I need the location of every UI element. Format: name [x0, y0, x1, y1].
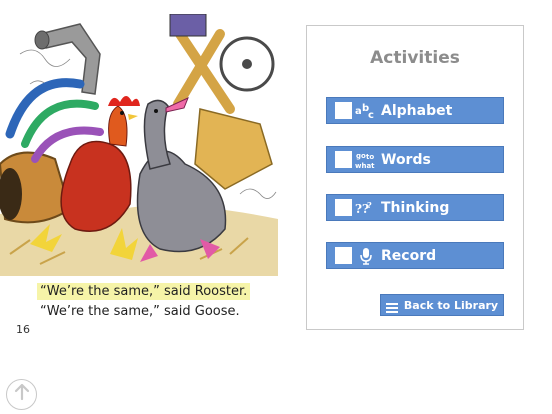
activity-label: Words: [381, 151, 431, 168]
activity-checkbox[interactable]: [335, 151, 352, 168]
story-line-highlighted: “We’re the same,” said Rooster.: [37, 282, 280, 302]
back-to-library-button[interactable]: Back to Library: [380, 294, 504, 316]
svg-text:?: ?: [367, 200, 372, 210]
activity-alphabet-button[interactable]: abc Alphabet: [326, 97, 504, 124]
question-marks-icon: ???: [355, 198, 377, 218]
svg-text:go: go: [356, 152, 366, 160]
svg-text:c: c: [368, 110, 374, 120]
activity-thinking-button[interactable]: ??? Thinking: [326, 194, 504, 221]
svg-text:a: a: [355, 106, 362, 117]
activity-checkbox[interactable]: [335, 199, 352, 216]
page-number: 16: [16, 323, 30, 336]
scroll-up-button[interactable]: [6, 379, 37, 410]
microphone-icon: [355, 246, 377, 266]
svg-text:what: what: [355, 162, 375, 170]
go-to-what-words-icon: go to what: [355, 150, 377, 170]
svg-text:to: to: [366, 153, 374, 161]
activity-label: Record: [381, 247, 437, 264]
activities-panel: Activities abc Alphabet go to what Words ?…: [306, 25, 524, 330]
menu-lines-icon: [385, 300, 398, 313]
activity-label: Thinking: [381, 199, 450, 216]
panel-title: Activities: [370, 48, 460, 68]
story-line: “We’re the same,” said Goose.: [40, 304, 240, 319]
story-text: “We’re the same,” said Rooster. “We’re t…: [37, 282, 280, 322]
activity-record-button[interactable]: Record: [326, 242, 504, 269]
abc-letters-icon: abc: [355, 101, 377, 121]
arrow-up-icon: [14, 383, 30, 406]
back-to-library-label: Back to Library: [403, 298, 499, 312]
activity-checkbox[interactable]: [335, 247, 352, 264]
activity-words-button[interactable]: go to what Words: [326, 146, 504, 173]
activity-checkbox[interactable]: [335, 102, 352, 119]
activity-label: Alphabet: [381, 102, 453, 119]
story-illustration: [0, 14, 278, 276]
